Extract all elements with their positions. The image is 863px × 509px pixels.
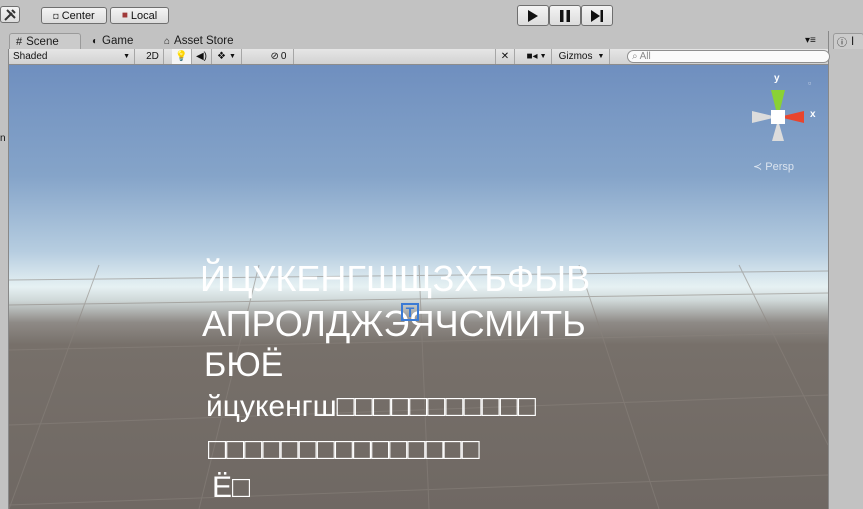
lightbulb-icon: 💡 bbox=[175, 51, 188, 62]
inspector-panel-stub: ⓘ I bbox=[828, 31, 863, 509]
panel-menu-icon[interactable]: ▾≡ bbox=[805, 35, 816, 46]
search-icon: ⌕ bbox=[632, 51, 638, 62]
scene-toolbar: Shaded ▼ 2D 💡 ◀) ❖ ▼ ⊘ 0 ✕ ■◂ ▼ Gizmos ▼… bbox=[9, 49, 830, 65]
lighting-toggle[interactable]: 💡 bbox=[172, 49, 192, 64]
scene-tools-button[interactable]: ✕ bbox=[495, 49, 515, 64]
text-line-5: □□□□□□□□□□□□□□□ bbox=[208, 433, 480, 466]
pause-icon bbox=[560, 9, 570, 22]
panel-dot: n bbox=[0, 133, 6, 144]
step-icon bbox=[591, 9, 603, 22]
search-placeholder: All bbox=[639, 51, 651, 62]
cube-icon: ■ bbox=[121, 10, 128, 21]
tab-game[interactable]: ◐ Game bbox=[86, 33, 156, 49]
tools-icon bbox=[4, 8, 16, 21]
text-line-3: БЮЁ bbox=[204, 346, 284, 384]
pivot-icon: ◘ bbox=[53, 10, 59, 21]
audio-toggle[interactable]: ◀) bbox=[192, 49, 212, 64]
mode-2d-label: 2D bbox=[146, 51, 159, 62]
eye-slash-icon: ⊘ bbox=[270, 51, 279, 62]
speaker-icon: ◀) bbox=[195, 51, 208, 62]
pivot-label: Center bbox=[61, 9, 95, 22]
text-line-2: АПРОЛДЖЭЯЧСМИТЬ bbox=[202, 303, 586, 344]
mode-2d-toggle[interactable]: 2D bbox=[142, 49, 164, 64]
text-object-gizmo-icon[interactable]: T bbox=[401, 303, 419, 321]
tools-icon: ✕ bbox=[500, 51, 510, 62]
pivot-center-button[interactable]: ◘ Center bbox=[41, 7, 107, 24]
persp-label: Persp bbox=[765, 161, 795, 173]
tab-scene[interactable]: # Scene bbox=[9, 33, 81, 49]
tab-label: Game bbox=[102, 35, 134, 47]
perspective-icon: ≺ bbox=[753, 161, 763, 173]
step-button[interactable] bbox=[581, 5, 613, 26]
scene-viewport[interactable]: ЙЦУКЕНГШЩЗХЪФЫВ АПРОЛДЖЭЯЧСМИТЬ БЮЁ йцук… bbox=[9, 65, 828, 509]
pivot-local-button[interactable]: ■ Local bbox=[110, 7, 169, 24]
projection-toggle[interactable]: ≺ Persp bbox=[753, 160, 794, 173]
gizmos-dropdown[interactable]: Gizmos ▼ bbox=[554, 49, 610, 64]
hidden-objects-toggle[interactable]: ⊘ 0 bbox=[264, 49, 294, 64]
space-label: Local bbox=[130, 9, 158, 22]
hidden-count: 0 bbox=[280, 51, 287, 62]
info-icon: ⓘ bbox=[837, 38, 847, 49]
tab-inspector[interactable]: ⓘ I bbox=[833, 33, 863, 49]
tab-row: # Scene ◐ Game ⌂ Asset Store ▾≡ bbox=[0, 31, 863, 49]
draw-mode-label: Shaded bbox=[13, 51, 48, 62]
play-button[interactable] bbox=[517, 5, 549, 26]
draw-mode-dropdown[interactable]: Shaded ▼ bbox=[9, 49, 135, 64]
scene-search-input[interactable]: ⌕ All bbox=[627, 50, 830, 63]
chevron-down-icon: ▼ bbox=[123, 53, 130, 60]
tab-asset-store[interactable]: ⌂ Asset Store bbox=[158, 33, 258, 49]
chevron-down-icon: ▼ bbox=[229, 53, 236, 60]
grid-icon: # bbox=[16, 35, 23, 48]
text-line-1: ЙЦУКЕНГШЩЗХЪФЫВ bbox=[200, 258, 591, 299]
tab-label: Asset Store bbox=[174, 35, 234, 47]
store-icon: ⌂ bbox=[164, 35, 171, 47]
gizmo-y-label: y bbox=[774, 73, 780, 84]
gizmo-x-label: x bbox=[810, 109, 816, 120]
gizmos-label: Gizmos bbox=[558, 51, 593, 62]
chevron-down-icon: ▼ bbox=[539, 53, 547, 60]
text-line-6: Ё□ bbox=[212, 471, 251, 504]
left-panel-edge: n bbox=[0, 49, 9, 509]
play-icon bbox=[528, 9, 538, 22]
main-toolbar: ◘ Center ■ Local bbox=[0, 0, 863, 31]
lock-icon[interactable]: ▫ bbox=[808, 78, 811, 88]
camera-dropdown[interactable]: ■◂ ▼ bbox=[522, 49, 552, 64]
text-line-4: йцукенгш□□□□□□□□□□□ bbox=[206, 390, 536, 423]
pacman-icon: ◐ bbox=[92, 35, 99, 47]
tools-button[interactable] bbox=[0, 6, 20, 23]
effects-icon: ❖ bbox=[217, 51, 227, 62]
chevron-down-icon: ▼ bbox=[597, 53, 605, 60]
effects-dropdown[interactable]: ❖ ▼ bbox=[212, 49, 242, 64]
pause-button[interactable] bbox=[549, 5, 581, 26]
tab-label: Scene bbox=[26, 35, 59, 48]
camera-icon: ■◂ bbox=[526, 51, 538, 62]
tab-label: I bbox=[851, 35, 855, 48]
